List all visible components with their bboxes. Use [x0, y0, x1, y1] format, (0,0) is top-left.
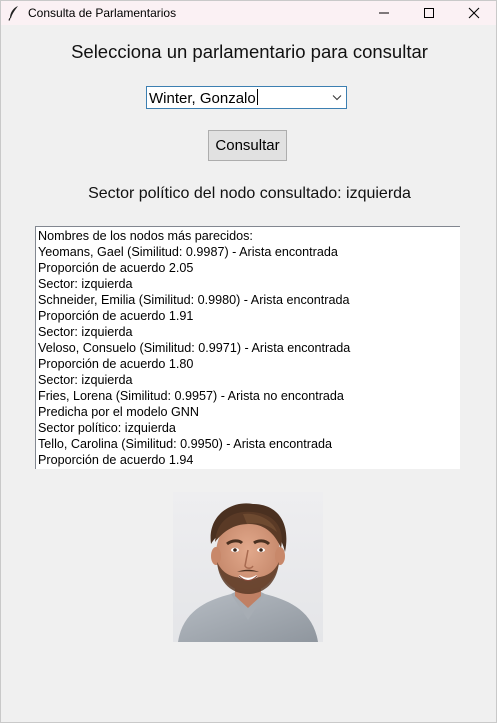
results-line: Schneider, Emilia (Similitud: 0.9980) - … — [38, 293, 350, 307]
chevron-down-icon[interactable] — [332, 94, 342, 101]
results-line: Fries, Lorena (Similitud: 0.9957) - Aris… — [38, 389, 344, 403]
parliamentarian-select[interactable]: Winter, Gonzalo — [146, 86, 347, 109]
window-title: Consulta de Parlamentarios — [28, 6, 177, 20]
results-line: Proporción de acuerdo 1.94 — [38, 453, 194, 467]
results-line: Tello, Carolina (Similitud: 0.9950) - Ar… — [38, 437, 332, 451]
results-textbox[interactable]: Nombres de los nodos más parecidos: Yeom… — [35, 226, 460, 469]
results-line: Sector: izquierda — [38, 325, 133, 339]
results-line: Sector político: izquierda — [38, 421, 176, 435]
results-line: Nombres de los nodos más parecidos: — [38, 229, 253, 243]
title-bar[interactable]: Consulta de Parlamentarios — [1, 1, 496, 25]
results-line: Yeomans, Gael (Similitud: 0.9987) - Aris… — [38, 245, 338, 259]
results-line: Sector: izquierda — [38, 277, 133, 291]
results-line: Proporción de acuerdo 1.91 — [38, 309, 194, 323]
results-line: Proporción de acuerdo 2.05 — [38, 261, 194, 275]
results-line: Veloso, Consuelo (Similitud: 0.9971) - A… — [38, 341, 351, 355]
close-icon — [468, 7, 480, 19]
results-line: Proporción de acuerdo 1.80 — [38, 357, 194, 371]
select-value: Winter, Gonzalo — [149, 89, 258, 107]
maximize-icon — [424, 8, 434, 18]
minimize-button[interactable] — [361, 1, 407, 25]
maximize-button[interactable] — [406, 1, 452, 25]
results-line: Sector: izquierda — [38, 373, 133, 387]
consult-button[interactable]: Consultar — [208, 130, 287, 161]
page-heading: Selecciona un parlamentario para consult… — [71, 41, 428, 62]
close-button[interactable] — [451, 1, 497, 25]
feather-icon — [8, 6, 18, 21]
sector-label: Sector político del nodo consultado: izq… — [88, 185, 411, 202]
parliamentarian-photo — [173, 492, 323, 642]
results-line: Predicha por el modelo GNN — [38, 405, 199, 419]
minimize-icon — [379, 12, 389, 14]
app-window: Consulta de Parlamentarios Selecciona un… — [0, 0, 497, 723]
portrait-image — [173, 492, 323, 642]
